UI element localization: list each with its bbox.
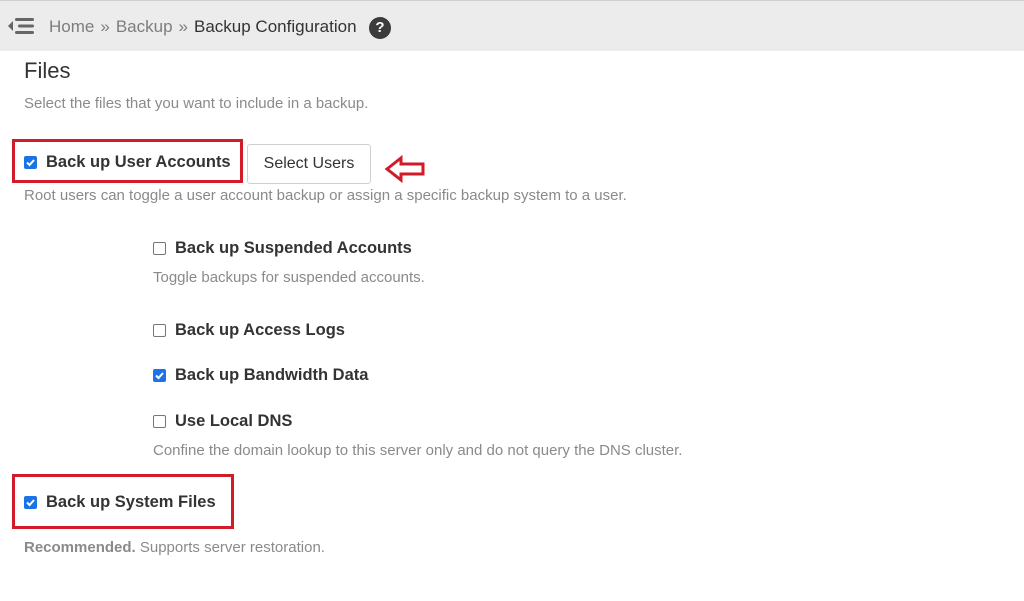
left-arrow-icon xyxy=(384,155,425,183)
select-users-button[interactable]: Select Users xyxy=(247,144,371,184)
breadcrumb-backup[interactable]: Backup xyxy=(116,17,173,36)
option-system-files[interactable]: Back up System Files xyxy=(24,492,216,512)
user-accounts-label[interactable]: Back up User Accounts xyxy=(46,152,231,172)
breadcrumb-current: Backup Configuration xyxy=(194,17,357,36)
system-files-label[interactable]: Back up System Files xyxy=(46,492,216,512)
recommended-label: Recommended. xyxy=(24,539,136,556)
option-bandwidth-data[interactable]: Back up Bandwidth Data xyxy=(153,365,368,385)
section-description: Select the files that you want to includ… xyxy=(24,95,369,112)
bandwidth-data-label[interactable]: Back up Bandwidth Data xyxy=(175,365,368,385)
option-access-logs[interactable]: Back up Access Logs xyxy=(153,320,345,340)
local-dns-help-text: Confine the domain lookup to this server… xyxy=(153,442,683,459)
breadcrumb-separator: » xyxy=(100,17,110,36)
question-circle-icon[interactable]: ? xyxy=(369,17,391,39)
suspended-accounts-checkbox[interactable] xyxy=(153,241,166,255)
user-accounts-checkbox[interactable] xyxy=(24,155,37,169)
bandwidth-data-checkbox[interactable] xyxy=(153,368,166,382)
suspended-accounts-help-text: Toggle backups for suspended accounts. xyxy=(153,269,425,286)
option-local-dns[interactable]: Use Local DNS xyxy=(153,411,292,431)
breadcrumb-home[interactable]: Home xyxy=(49,17,94,36)
user-accounts-help-text: Root users can toggle a user account bac… xyxy=(24,187,627,204)
access-logs-label[interactable]: Back up Access Logs xyxy=(175,320,345,340)
option-user-accounts[interactable]: Back up User Accounts xyxy=(24,152,231,172)
suspended-accounts-label[interactable]: Back up Suspended Accounts xyxy=(175,238,412,258)
system-files-help-text: Recommended. Supports server restoration… xyxy=(24,538,325,558)
section-title: Files xyxy=(24,58,71,83)
breadcrumb-separator: » xyxy=(178,17,188,36)
top-bar: Home » Backup » Backup Configuration ? xyxy=(0,0,1024,51)
system-files-checkbox[interactable] xyxy=(24,495,37,509)
access-logs-checkbox[interactable] xyxy=(153,323,166,337)
option-suspended-accounts[interactable]: Back up Suspended Accounts xyxy=(153,238,412,258)
breadcrumb: Home » Backup » Backup Configuration xyxy=(49,16,357,38)
local-dns-checkbox[interactable] xyxy=(153,414,166,428)
local-dns-label[interactable]: Use Local DNS xyxy=(175,411,292,431)
menu-collapse-icon[interactable] xyxy=(7,14,35,38)
system-files-help-body: Supports server restoration. xyxy=(135,539,325,556)
